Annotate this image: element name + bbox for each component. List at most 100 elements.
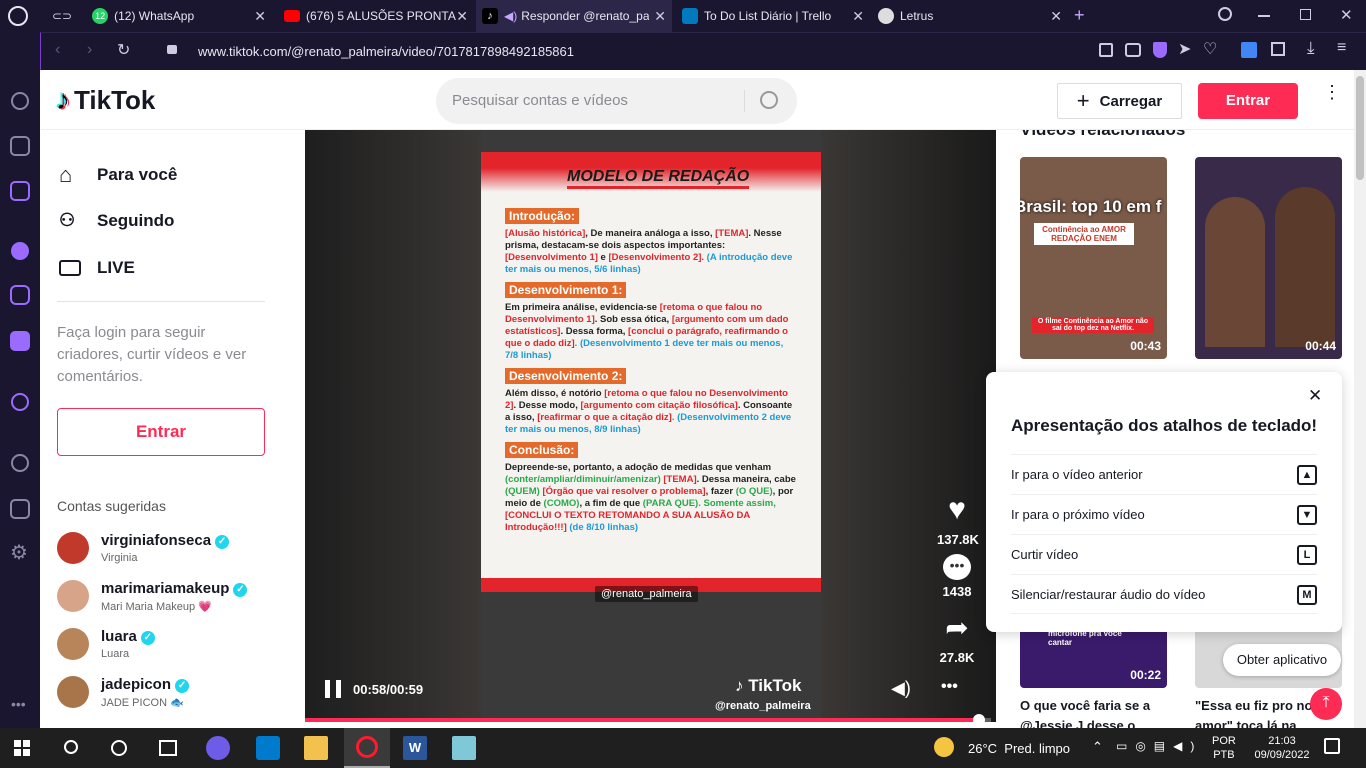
more-options-icon[interactable]: ⋮	[1323, 83, 1341, 101]
thumb-person	[1205, 197, 1265, 347]
search-tabs-icon[interactable]	[1218, 7, 1232, 21]
essay-poster: MODELO DE REDAÇÃO Introdução: [Alusão hi…	[481, 152, 821, 592]
video-more-icon[interactable]: •••	[941, 678, 958, 696]
task-view-icon[interactable]	[159, 740, 177, 756]
twitch-icon[interactable]	[10, 181, 30, 201]
instagram-icon[interactable]	[10, 285, 30, 305]
tab-tiktok[interactable]: ♪ ◀) Responder @renato_pa ✕	[476, 0, 672, 32]
divider	[57, 301, 265, 302]
suggested-account[interactable]: jadepicon ✓ JADE PICON 🐟	[57, 674, 297, 718]
discord-icon[interactable]	[10, 331, 30, 351]
suggested-account[interactable]: virginiafonseca ✓ Virginia	[57, 530, 297, 574]
download-icon[interactable]: ⤓	[1307, 38, 1315, 58]
tab-label: Responder @renato_pa	[521, 9, 650, 23]
cube-icon[interactable]	[1271, 42, 1285, 56]
nav-for-you[interactable]: ⌂ Para você	[59, 162, 177, 188]
close-tab-icon[interactable]: ✕	[852, 8, 864, 25]
nav-following[interactable]: ⚇ Seguindo	[59, 210, 174, 231]
close-tab-icon[interactable]: ✕	[254, 8, 266, 25]
tray-icons[interactable]: ▭◎▤◀)	[1116, 739, 1202, 753]
close-popup-icon[interactable]: ✕	[1308, 386, 1322, 406]
verified-icon: ✓	[233, 583, 248, 597]
forward-icon[interactable]: ›	[87, 41, 92, 59]
share-arrow-icon: ➦	[945, 612, 969, 643]
login-prompt: Faça login para seguir criadores, curtir…	[57, 324, 247, 385]
logo-text: TikTok	[74, 84, 156, 115]
clock[interactable]: 21:03 09/09/2022	[1254, 734, 1310, 762]
weather-text[interactable]: 26°C Pred. limpo	[968, 741, 1070, 756]
file-explorer-icon[interactable]	[304, 736, 328, 760]
progress-track[interactable]	[305, 718, 991, 722]
comment-button[interactable]: ••• 1438	[937, 550, 977, 599]
related-caption[interactable]: O que você faria se a @Jessie J desse o	[1020, 696, 1167, 728]
username: jadepicon	[101, 676, 172, 693]
nickname: Luara	[101, 648, 130, 660]
pause-icon[interactable]	[325, 680, 341, 698]
history-icon[interactable]	[11, 454, 29, 472]
tab-letrus[interactable]: Letrus ✕	[872, 0, 1068, 32]
search-input[interactable]: Pesquisar contas e vídeos	[452, 92, 628, 109]
login-button[interactable]: Entrar	[1198, 83, 1298, 119]
scrollbar-thumb[interactable]	[1356, 76, 1364, 180]
settings-icon[interactable]: ⚙	[10, 540, 28, 565]
whatsapp-sidebar-icon[interactable]	[11, 242, 29, 260]
camera-icon[interactable]	[1125, 43, 1141, 57]
share-icon[interactable]	[1099, 43, 1113, 57]
more-icon[interactable]: •••	[11, 696, 26, 712]
tab-youtube[interactable]: (676) 5 ALUSÕES PRONTAS ✕	[276, 0, 474, 32]
get-app-button[interactable]: Obter aplicativo	[1223, 644, 1341, 676]
progress-handle[interactable]	[973, 714, 985, 722]
extensions-icon[interactable]	[10, 499, 30, 519]
url-field[interactable]: www.tiktok.com/@renato_palmeira/video/70…	[198, 44, 574, 59]
opera-logo-icon[interactable]	[8, 6, 28, 26]
vscode-icon[interactable]	[256, 736, 280, 760]
search-icon[interactable]	[760, 91, 778, 109]
vpn-shield-icon[interactable]	[1153, 42, 1167, 58]
close-window-icon[interactable]: ✕	[1340, 6, 1353, 24]
new-tab-icon[interactable]: +	[1074, 5, 1085, 26]
word-icon[interactable]: W	[403, 736, 427, 760]
share-button[interactable]: ➦ 27.8K	[937, 610, 977, 665]
bag-icon[interactable]	[10, 136, 30, 156]
send-icon[interactable]: ➤	[1178, 39, 1191, 59]
search-taskbar-icon[interactable]	[64, 740, 78, 754]
upload-button[interactable]: + Carregar	[1057, 83, 1182, 119]
notification-icon[interactable]	[1324, 738, 1340, 754]
back-to-top-button[interactable]: ⤒	[1310, 688, 1342, 720]
reload-icon[interactable]: ↻	[117, 40, 130, 60]
sidebar-login-button[interactable]: Entrar	[57, 408, 265, 456]
speed-dial-icon[interactable]	[11, 92, 29, 110]
player-icon[interactable]	[11, 393, 29, 411]
tiktok-logo[interactable]: ♪ TikTok	[56, 84, 155, 116]
menu-icon[interactable]: ≡	[1337, 39, 1346, 57]
close-tab-icon[interactable]: ✕	[456, 8, 468, 25]
notes-icon[interactable]	[452, 736, 476, 760]
translate-icon[interactable]	[1241, 42, 1257, 58]
close-tab-icon[interactable]: ✕	[654, 8, 666, 25]
volume-icon[interactable]: ◀)	[891, 678, 911, 699]
suggested-account[interactable]: luara ✓ Luara	[57, 626, 297, 670]
page-scrollbar[interactable]	[1354, 70, 1366, 728]
tab-trello[interactable]: To Do List Diário | Trello ✕	[674, 0, 870, 32]
keyboard-layout: PTB	[1213, 749, 1235, 761]
heart-icon[interactable]: ♡	[1203, 39, 1217, 59]
like-button[interactable]: ♥ 137.8K	[937, 492, 979, 547]
tray-chevron-icon[interactable]: ⌃	[1092, 739, 1103, 755]
suggested-account[interactable]: marimariamakeup ✓ Mari Maria Makeup 💗	[57, 578, 297, 622]
language-indicator[interactable]: POR PTB	[1212, 734, 1236, 762]
windows-start-icon[interactable]	[14, 740, 30, 756]
restore-icon[interactable]	[1300, 9, 1311, 20]
related-video-2[interactable]: 00:44	[1195, 157, 1342, 359]
related-video-1[interactable]: Brasil: top 10 em f Continência ao AMOR …	[1020, 157, 1167, 359]
users-icon: ⚇	[59, 210, 76, 230]
cortana-icon[interactable]	[111, 740, 127, 756]
opera-taskbar-item[interactable]	[344, 728, 390, 768]
tab-whatsapp[interactable]: ⊂⊃ 12 (12) WhatsApp ✕	[40, 0, 272, 32]
nav-live[interactable]: LIVE	[59, 258, 135, 278]
tiktok-header: ♪ TikTok Pesquisar contas e vídeos + Car…	[41, 70, 1354, 130]
close-tab-icon[interactable]: ✕	[1050, 8, 1062, 25]
back-icon[interactable]: ‹	[55, 41, 60, 59]
video-player[interactable]: MODELO DE REDAÇÃO Introdução: [Alusão hi…	[305, 130, 996, 722]
minimize-icon[interactable]	[1258, 15, 1270, 17]
app-icon[interactable]	[206, 736, 230, 760]
